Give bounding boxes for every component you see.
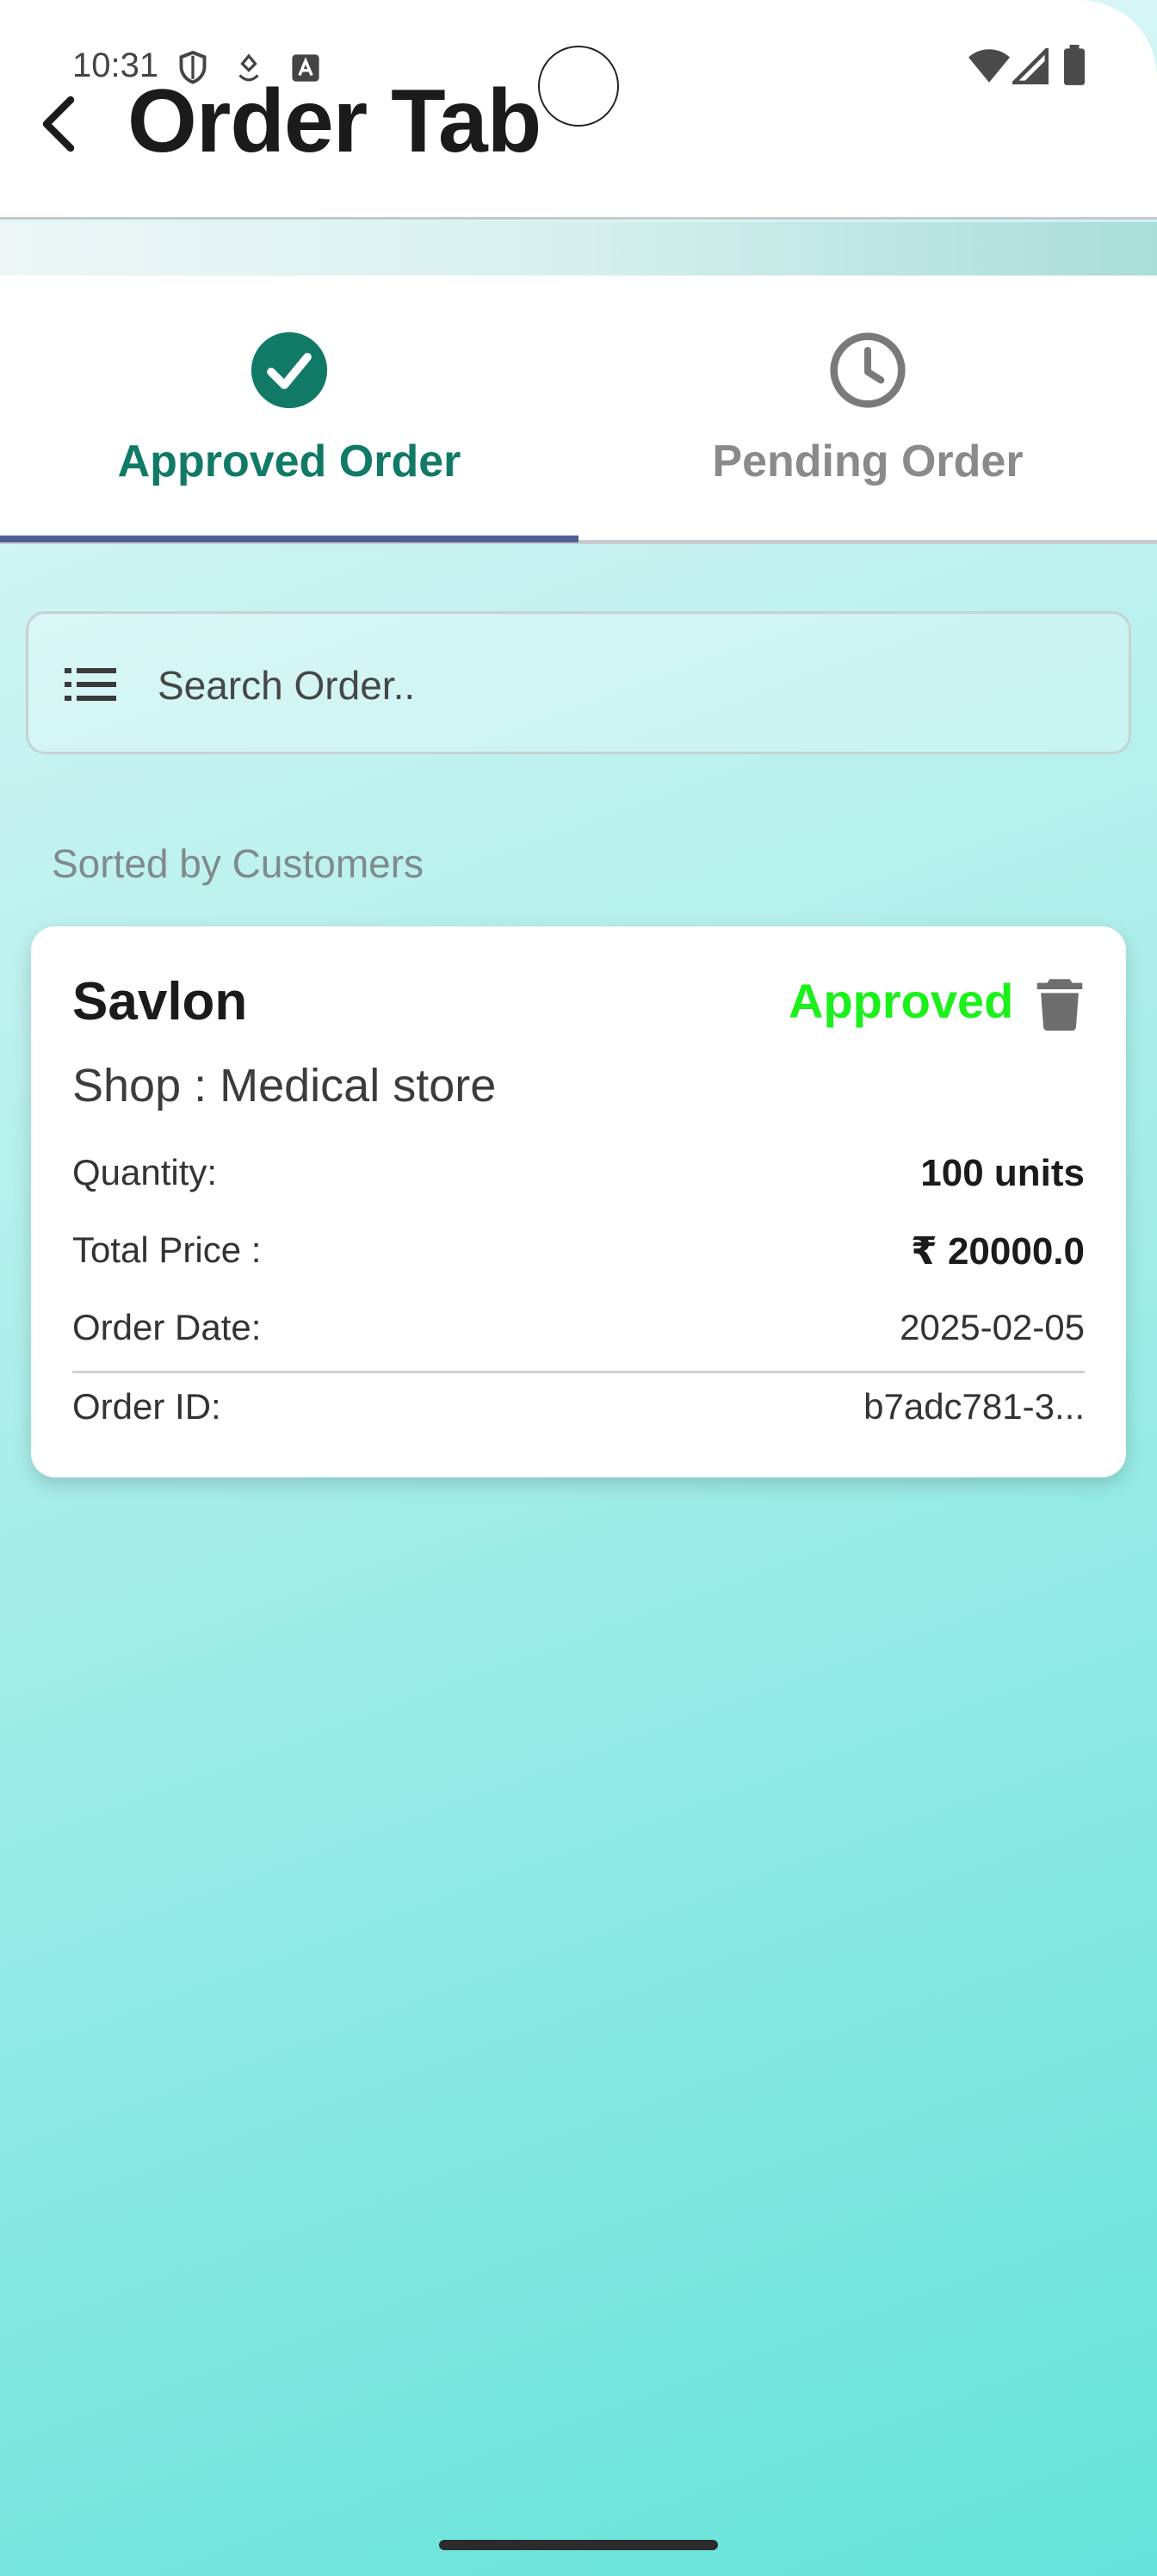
- tab-approved-order[interactable]: Approved Order: [0, 276, 578, 542]
- signal-icon: [1012, 48, 1049, 84]
- order-id-row: Order ID: b7adc781-3...: [72, 1386, 1085, 1438]
- wifi-icon: [968, 49, 1010, 83]
- tab-bar: Approved Order Pending Order: [0, 276, 1157, 544]
- clock-icon: [830, 332, 906, 408]
- date-row: Order Date: 2025-02-05: [72, 1307, 1085, 1359]
- search-input[interactable]: [158, 657, 1018, 714]
- date-label: Order Date:: [72, 1307, 262, 1347]
- date-value: 2025-02-05: [900, 1307, 1085, 1347]
- quantity-row: Quantity: 100 units: [72, 1152, 1085, 1204]
- page-title: Order Tab: [127, 71, 541, 171]
- order-product-name: Savlon: [72, 972, 248, 1031]
- card-divider: [72, 1371, 1085, 1373]
- tab-pending-order[interactable]: Pending Order: [578, 276, 1157, 540]
- active-tab-indicator: [0, 536, 578, 542]
- sort-label: Sorted by Customers: [52, 841, 424, 886]
- order-card[interactable]: Savlon Approved Shop : Medical store Qua…: [31, 926, 1126, 1477]
- check-circle-icon: [251, 331, 328, 409]
- quantity-label: Quantity:: [72, 1152, 218, 1192]
- order-id-label: Order ID:: [72, 1386, 221, 1427]
- price-value: ₹ 20000.0: [911, 1230, 1085, 1273]
- back-arrow-icon[interactable]: [33, 93, 84, 155]
- order-id-value: b7adc781-3...: [863, 1386, 1085, 1427]
- order-shop: Shop : Medical store: [72, 1060, 497, 1112]
- tab-pending-label: Pending Order: [712, 437, 1024, 486]
- price-label: Total Price :: [72, 1229, 262, 1270]
- header-band: [0, 222, 1157, 276]
- tab-approved-label: Approved Order: [117, 437, 461, 486]
- trash-icon[interactable]: [1030, 973, 1090, 1033]
- order-status-badge: Approved: [789, 974, 1014, 1028]
- camera-cutout: [538, 46, 619, 127]
- search-box[interactable]: [26, 611, 1131, 754]
- quantity-value: 100 units: [920, 1152, 1085, 1194]
- app-bar: 10:31 Order Tab: [0, 0, 1157, 220]
- battery-icon: [1064, 45, 1085, 85]
- price-row: Total Price : ₹ 20000.0: [72, 1229, 1085, 1281]
- list-icon[interactable]: [65, 666, 118, 703]
- home-indicator[interactable]: [439, 2540, 718, 2550]
